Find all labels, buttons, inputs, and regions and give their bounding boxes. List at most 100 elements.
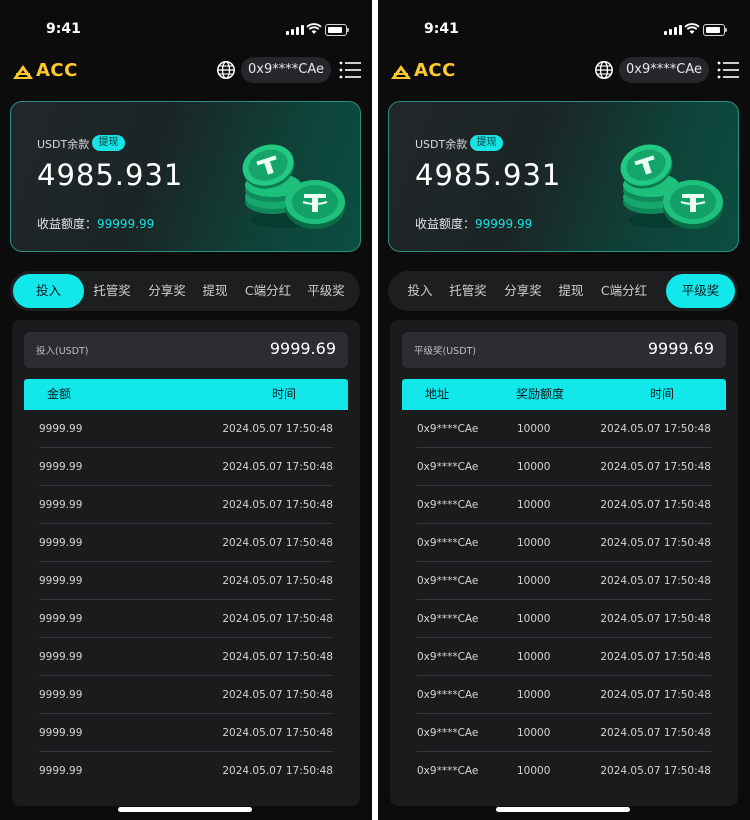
table-cell: 0x9****CAe (417, 765, 479, 777)
table-cell: 2024.05.07 17:50:48 (222, 727, 333, 739)
table-cell: 2024.05.07 17:50:48 (600, 765, 711, 777)
signal-icon (286, 25, 304, 35)
records-panel: 平级奖(USDT) 9999.69 地址 奖励额度 时间 0x9****CAe 1… (390, 320, 738, 806)
table-row: 9999.99 2024.05.07 17:50:48 (39, 638, 333, 676)
table-cell: 0x9****CAe (417, 613, 479, 625)
table-cell: 9999.99 (39, 727, 83, 739)
quota-value: 99999.99 (475, 217, 533, 231)
wifi-icon (684, 23, 700, 34)
summary-bar: 平级奖(USDT) 9999.69 (402, 332, 726, 368)
tab-c-dividend[interactable]: C端分红 (240, 271, 296, 311)
balance-value: 4985.931 (415, 158, 562, 192)
app-header: ACC 0x9****CAe (378, 56, 750, 86)
wallet-address-button[interactable]: 0x9****CAe (619, 57, 709, 83)
menu-icon[interactable] (339, 60, 361, 80)
table-cell: 9999.99 (39, 423, 83, 435)
balance-label: USDT余款 (37, 138, 90, 151)
status-bar: 9:41 (378, 0, 750, 56)
table-cell: 2024.05.07 17:50:48 (222, 613, 333, 625)
table-cell: 2024.05.07 17:50:48 (600, 499, 711, 511)
table-cell: 0x9****CAe (417, 537, 479, 549)
table-cell: 10000 (517, 499, 551, 511)
screen-left: 9:41 ACC 0x9****CAe USDT余款 提现 4985.931 收… (0, 0, 372, 820)
table-cell: 9999.99 (39, 499, 83, 511)
table-cell: 10000 (517, 613, 551, 625)
tab-custody-reward[interactable]: 托管奖 (88, 271, 136, 311)
screen-right: 9:41 ACC 0x9****CAe USDT余款 提现 4985.931 收… (378, 0, 750, 820)
tab-peer-reward[interactable]: 平级奖 (302, 271, 350, 311)
table-cell: 10000 (517, 461, 551, 473)
signal-icon (664, 25, 682, 35)
tab-invest[interactable]: 投入 (402, 271, 438, 311)
table-cell: 10000 (517, 689, 551, 701)
table-cell: 10000 (517, 537, 551, 549)
tab-custody-reward[interactable]: 托管奖 (444, 271, 492, 311)
table-row: 9999.99 2024.05.07 17:50:48 (39, 410, 333, 448)
tab-c-dividend[interactable]: C端分红 (596, 271, 652, 311)
table-row: 0x9****CAe 10000 2024.05.07 17:50:48 (417, 410, 711, 448)
table-cell: 9999.99 (39, 651, 83, 663)
quota-value: 99999.99 (97, 217, 155, 231)
wifi-icon (306, 23, 322, 34)
table-row: 9999.99 2024.05.07 17:50:48 (39, 486, 333, 524)
column-header: 时间 (272, 387, 297, 401)
quota-label: 收益额度： (37, 217, 98, 231)
table-cell: 0x9****CAe (417, 499, 479, 511)
status-bar: 9:41 (0, 0, 372, 56)
table-cell: 10000 (517, 651, 551, 663)
acc-logo-icon (13, 65, 33, 79)
table-row: 0x9****CAe 10000 2024.05.07 17:50:48 (417, 752, 711, 790)
table-cell: 9999.99 (39, 689, 83, 701)
table-cell: 2024.05.07 17:50:48 (600, 461, 711, 473)
tab-peer-reward[interactable]: 平级奖 (666, 274, 735, 308)
quota-label: 收益额度： (415, 217, 476, 231)
balance-value: 4985.931 (37, 158, 184, 192)
table-row: 0x9****CAe 10000 2024.05.07 17:50:48 (417, 600, 711, 638)
table-cell: 9999.99 (39, 537, 83, 549)
table-cell: 2024.05.07 17:50:48 (600, 575, 711, 587)
summary-label: 平级奖(USDT) (414, 346, 477, 357)
table-cell: 10000 (517, 423, 551, 435)
column-header: 时间 (650, 387, 675, 401)
table-row: 0x9****CAe 10000 2024.05.07 17:50:48 (417, 486, 711, 524)
table-cell: 2024.05.07 17:50:48 (222, 461, 333, 473)
table-cell: 10000 (517, 727, 551, 739)
globe-icon[interactable] (594, 60, 614, 80)
battery-icon (325, 24, 349, 36)
wallet-address-button[interactable]: 0x9****CAe (241, 57, 331, 83)
table-cell: 0x9****CAe (417, 689, 479, 701)
globe-icon[interactable] (216, 60, 236, 80)
table-cell: 2024.05.07 17:50:48 (600, 727, 711, 739)
tab-share-reward[interactable]: 分享奖 (143, 271, 191, 311)
balance-card: USDT余款 提现 4985.931 收益额度：99999.99 (388, 101, 739, 252)
balance-card: USDT余款 提现 4985.931 收益额度：99999.99 (10, 101, 361, 252)
table-cell: 2024.05.07 17:50:48 (600, 613, 711, 625)
table-cell: 0x9****CAe (417, 575, 479, 587)
table-cell: 2024.05.07 17:50:48 (600, 537, 711, 549)
table-cell: 10000 (517, 575, 551, 587)
table-cell: 0x9****CAe (417, 461, 479, 473)
table-cell: 10000 (517, 765, 551, 777)
app-name: ACC (36, 60, 78, 81)
menu-icon[interactable] (717, 60, 739, 80)
home-indicator (496, 807, 630, 812)
tab-withdraw[interactable]: 提现 (197, 271, 233, 311)
withdraw-button[interactable]: 提现 (470, 135, 503, 151)
app-name: ACC (414, 60, 456, 81)
tab-invest[interactable]: 投入 (13, 274, 84, 308)
tab-bar: 投入 托管奖 分享奖 提现 C端分红 平级奖 (388, 271, 738, 311)
status-time: 9:41 (424, 21, 459, 37)
home-indicator (118, 807, 252, 812)
tab-share-reward[interactable]: 分享奖 (499, 271, 547, 311)
table-row: 9999.99 2024.05.07 17:50:48 (39, 562, 333, 600)
table-cell: 9999.99 (39, 461, 83, 473)
usdt-coins-icon (620, 144, 723, 229)
status-time: 9:41 (46, 21, 81, 37)
table-header: 地址 奖励额度 时间 (402, 379, 726, 410)
table-row: 9999.99 2024.05.07 17:50:48 (39, 676, 333, 714)
table-row: 0x9****CAe 10000 2024.05.07 17:50:48 (417, 562, 711, 600)
withdraw-button[interactable]: 提现 (92, 135, 125, 151)
tab-bar: 投入 托管奖 分享奖 提现 C端分红 平级奖 (10, 271, 360, 311)
table-cell: 2024.05.07 17:50:48 (600, 689, 711, 701)
tab-withdraw[interactable]: 提现 (553, 271, 589, 311)
